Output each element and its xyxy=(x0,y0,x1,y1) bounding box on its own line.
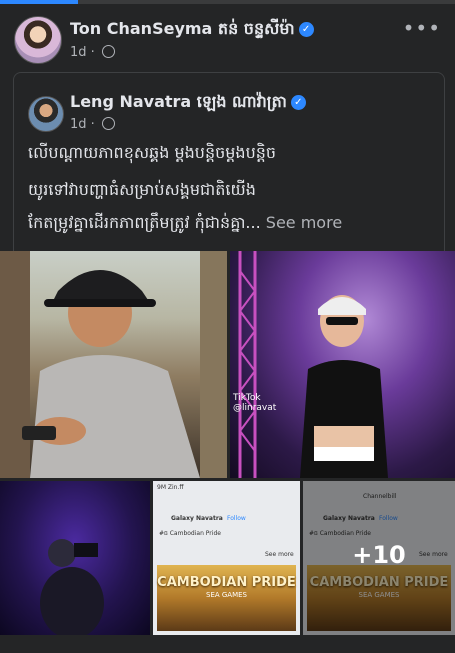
caption-line-3-text: កែតម្រូវគ្នាដើរកភាពត្រឹមត្រូវ កុំជាន់គ្ន… xyxy=(28,213,261,232)
see-more-link[interactable]: See more xyxy=(266,213,342,232)
more-options-button[interactable]: ••• xyxy=(403,16,441,40)
mini-name: Galaxy Navatra xyxy=(171,515,223,522)
shared-author-avatar[interactable] xyxy=(28,96,64,132)
tiktok-watermark: TikTok @linravat xyxy=(233,393,276,413)
photo-stage-illustration xyxy=(40,539,104,635)
shared-post-card[interactable]: Leng Navatra ឡេង ណាវ៉ាត្រា ✓ 1d · លើបណ្ដា… xyxy=(13,72,445,252)
banner-subtitle: SEA GAMES xyxy=(206,591,247,599)
photo-more-overlay[interactable]: Channelbill Galaxy Navatra Follow #ធ Cam… xyxy=(303,481,455,635)
post-meta: 1d · xyxy=(70,45,115,60)
mini-follow: Follow xyxy=(227,515,246,522)
banner-title: CAMBODIAN PRIDE xyxy=(157,575,296,590)
post-header: Ton ChanSeyma តន់ ចន្ទសីម៉ា ✓ 1d · ••• xyxy=(0,12,455,68)
more-photos-count[interactable]: +10 xyxy=(303,541,455,569)
verified-badge-icon: ✓ xyxy=(290,95,306,110)
mini-see-more: See more xyxy=(265,551,294,558)
shared-author-name[interactable]: Leng Navatra ឡេង ណាវ៉ាត្រា ✓ xyxy=(70,91,306,115)
photo-man-with-phone[interactable] xyxy=(0,251,227,478)
author-avatar[interactable] xyxy=(14,16,62,64)
photo-man-illustration xyxy=(0,251,227,478)
caption-line-3: កែតម្រូវគ្នាដើរកភាពត្រឹមត្រូវ កុំជាន់គ្ន… xyxy=(28,212,438,236)
shared-post-time[interactable]: 1d xyxy=(70,117,87,132)
verified-badge-icon: ✓ xyxy=(298,22,314,37)
globe-icon xyxy=(101,45,115,58)
photo-screenshot-post[interactable]: 9M Zin.ff Galaxy Navatra Follow #ធ Cambo… xyxy=(153,481,300,635)
caption-line-1: លើបណ្ដាយភាពខុសឆ្គង ម្ដងបន្តិចម្ដងបន្តិច xyxy=(28,143,277,162)
author-name-text[interactable]: Ton ChanSeyma តន់ ចន្ទសីម៉ា xyxy=(70,19,295,38)
shared-author-name-text[interactable]: Leng Navatra ឡេង ណាវ៉ាត្រា xyxy=(70,92,287,111)
post-time[interactable]: 1d xyxy=(70,45,87,60)
photo-performer-on-stage[interactable]: TikTok @linravat xyxy=(230,251,455,478)
photo-stage-camera[interactable] xyxy=(0,481,150,635)
photo-performer-illustration xyxy=(238,251,388,478)
mini-views: 9M Zin.ff xyxy=(157,484,184,491)
author-name[interactable]: Ton ChanSeyma តន់ ចន្ទសីម៉ា ✓ xyxy=(70,18,314,42)
shared-post-meta: 1d · xyxy=(70,117,115,132)
scroll-progress-bar xyxy=(0,0,455,4)
cambodian-pride-banner: CAMBODIAN PRIDE SEA GAMES xyxy=(157,565,296,631)
tiktok-handle: @linravat xyxy=(233,403,277,413)
tiktok-brand: TikTok xyxy=(233,393,261,403)
caption-line-2: យូរទៅវាបញ្ហាធំសម្រាប់សង្គមជាតិយើង xyxy=(28,180,256,199)
globe-icon xyxy=(101,117,115,130)
mini-post: #ធ Cambodian Pride xyxy=(159,530,221,537)
